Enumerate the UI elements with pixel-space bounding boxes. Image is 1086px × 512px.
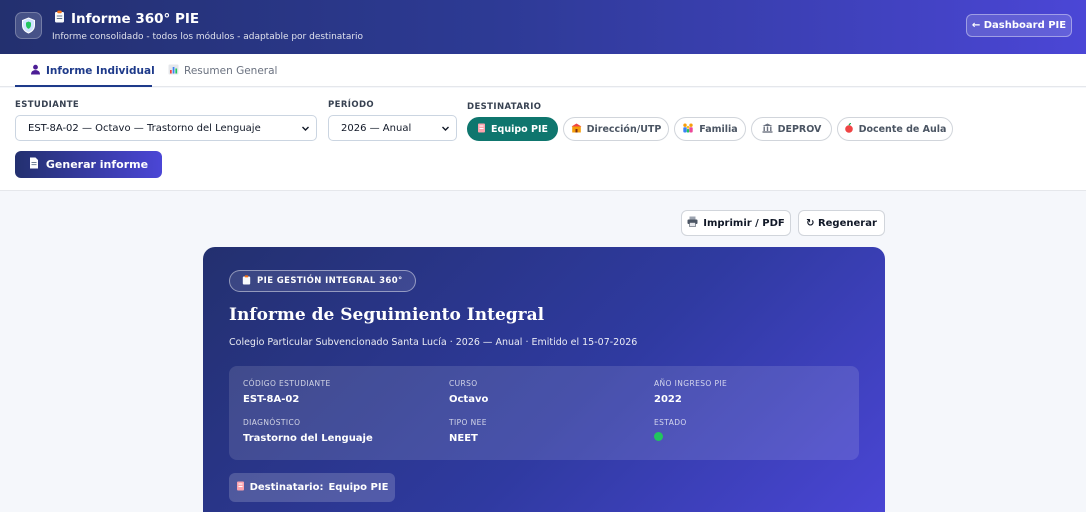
school-icon [571,123,582,136]
generate-report-button[interactable]: Generar informe [15,151,162,178]
regenerate-button[interactable]: ↻ Regenerar [798,210,885,236]
field-ano-ingreso: AÑO INGRESO PIE 2022 [654,379,727,405]
report-card: PIE GESTIÓN INTEGRAL 360° Informe de Seg… [203,247,885,512]
family-icon [682,123,694,136]
report-badge-text: PIE GESTIÓN INTEGRAL 360° [257,276,403,286]
report-subtitle: Colegio Particular Subvencionado Santa L… [229,337,638,348]
field-label: CURSO [449,379,478,388]
field-label: TIPO NEE [449,418,487,427]
tab-resumen-general[interactable]: Resumen General [168,54,277,87]
tab-label: Informe Individual [46,64,155,77]
report-badge: PIE GESTIÓN INTEGRAL 360° [229,270,416,292]
user-icon [30,64,41,78]
recipient-value: Equipo PIE [328,482,389,493]
top-header: Informe 360° PIE Informe consolidado - t… [0,0,1086,54]
field-tipo-nee: TIPO NEE NEET [449,418,487,444]
clipboard-icon [242,274,251,288]
status-dot [654,432,663,441]
chevron-down-icon [441,124,450,136]
student-select-value: EST-8A-02 — Octavo — Trastorno del Lengu… [28,122,261,134]
print-button-label: Imprimir / PDF [703,217,785,229]
field-value: Trastorno del Lenguaje [243,433,373,444]
recipient-chip-deprov[interactable]: DEPROV [751,117,832,141]
recipient-chip-familia[interactable]: Familia [674,117,746,141]
active-tab-indicator [15,85,152,87]
report-title: Informe de Seguimiento Integral [229,305,545,325]
clipboard-icon [54,10,65,27]
field-label: DIAGNÓSTICO [243,418,301,427]
chip-label: DEPROV [777,123,822,135]
student-label: ESTUDIANTE [15,100,80,110]
document-icon [29,157,39,172]
chip-label: Equipo PIE [491,123,548,135]
chip-label: Familia [699,123,738,135]
student-info-panel: CÓDIGO ESTUDIANTE EST-8A-02 CURSO Octavo… [229,366,859,460]
field-codigo: CÓDIGO ESTUDIANTE EST-8A-02 [243,379,331,405]
shield-logo-icon [15,12,42,39]
tab-label: Resumen General [184,64,278,77]
field-curso: CURSO Octavo [449,379,488,405]
tab-bar: Informe Individual Resumen General [0,54,1086,87]
filters-panel: ESTUDIANTE EST-8A-02 — Octavo — Trastorn… [0,88,1086,191]
field-value: NEET [449,433,478,444]
tab-informe-individual[interactable]: Informe Individual [30,54,155,87]
app-title-text: Informe 360° PIE [71,10,200,27]
apple-icon [844,122,854,136]
period-select-value: 2026 — Anual [341,122,412,134]
app-title: Informe 360° PIE [54,10,199,27]
chevron-down-icon [301,124,310,136]
recipient-chip-docente-de-aula[interactable]: Docente de Aula [837,117,953,141]
generate-button-label: Generar informe [45,158,149,171]
government-building-icon [762,123,773,136]
print-pdf-button[interactable]: Imprimir / PDF [681,210,791,236]
field-label: CÓDIGO ESTUDIANTE [243,379,331,388]
recipient-chip-direccion-utp[interactable]: Dirección/UTP [563,117,669,141]
student-select[interactable]: EST-8A-02 — Octavo — Trastorno del Lengu… [15,115,317,141]
dashboard-button[interactable]: ← Dashboard PIE [966,14,1072,37]
field-diagnostico: DIAGNÓSTICO Trastorno del Lenguaje [243,418,373,444]
bar-chart-icon [168,64,179,78]
app-subtitle: Informe consolidado - todos los módulos … [52,32,364,42]
period-select[interactable]: 2026 — Anual [328,115,457,141]
chip-label: Dirección/UTP [586,123,662,135]
field-value: EST-8A-02 [243,394,300,405]
field-label: ESTADO [654,418,687,427]
bookmark-icon [477,123,486,136]
period-label: PERÍODO [328,100,375,110]
recipient-indicator: Destinatario: Equipo PIE [229,473,395,502]
field-value: 2022 [654,394,682,405]
printer-icon [687,216,698,230]
field-value: Octavo [449,394,489,405]
recipient-prefix: Destinatario: [249,482,324,493]
chip-label: Docente de Aula [858,123,947,135]
field-estado: ESTADO [654,418,687,441]
field-label: AÑO INGRESO PIE [654,379,728,388]
bookmark-icon [236,481,245,494]
recipient-chip-equipo-pie[interactable]: Equipo PIE [467,117,558,141]
recipient-label: DESTINATARIO [467,102,542,112]
